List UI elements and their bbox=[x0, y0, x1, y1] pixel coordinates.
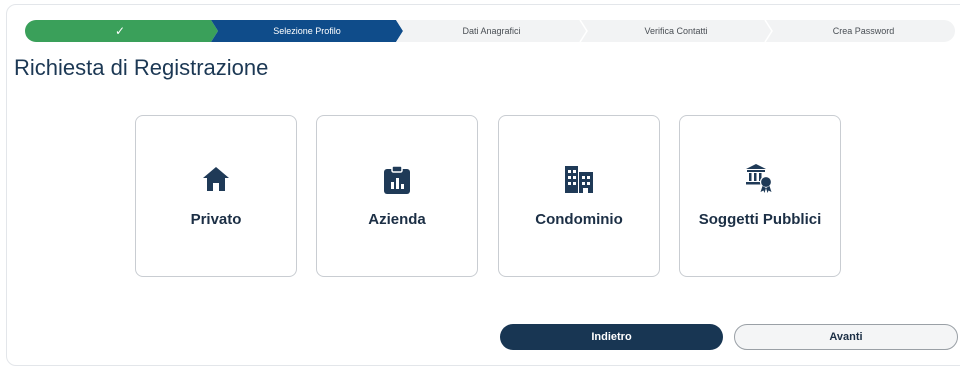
profile-label: Privato bbox=[190, 211, 242, 228]
page-title: Richiesta di Registrazione bbox=[14, 55, 269, 80]
back-button[interactable]: Indietro bbox=[500, 324, 723, 350]
profile-card-privato[interactable]: Privato bbox=[135, 115, 297, 277]
step-crea-password: Crea Password bbox=[832, 26, 895, 36]
step-dati-anagrafici: Dati Anagrafici bbox=[462, 26, 521, 36]
profile-label: Condominio bbox=[535, 211, 623, 228]
profile-label: Azienda bbox=[368, 211, 426, 228]
profile-card-condominio[interactable]: Condominio bbox=[498, 115, 660, 277]
step-verifica-contatti: Verifica Contatti bbox=[644, 26, 708, 36]
home-icon bbox=[201, 165, 231, 198]
check-icon: ✓ bbox=[114, 24, 126, 38]
building-icon bbox=[564, 165, 594, 198]
step-selezione-profilo: Selezione Profilo bbox=[273, 26, 341, 36]
company-icon bbox=[383, 165, 411, 200]
profile-card-soggetti-pubblici[interactable]: Soggetti Pubblici bbox=[679, 115, 841, 277]
profile-label: Soggetti Pubblici bbox=[698, 211, 822, 228]
profile-card-azienda[interactable]: Azienda bbox=[316, 115, 478, 277]
public-institution-icon bbox=[745, 163, 775, 198]
next-button[interactable]: Avanti bbox=[734, 324, 958, 350]
registration-stepper: ✓ Selezione Profilo Dati Anagrafici Veri… bbox=[25, 20, 955, 42]
